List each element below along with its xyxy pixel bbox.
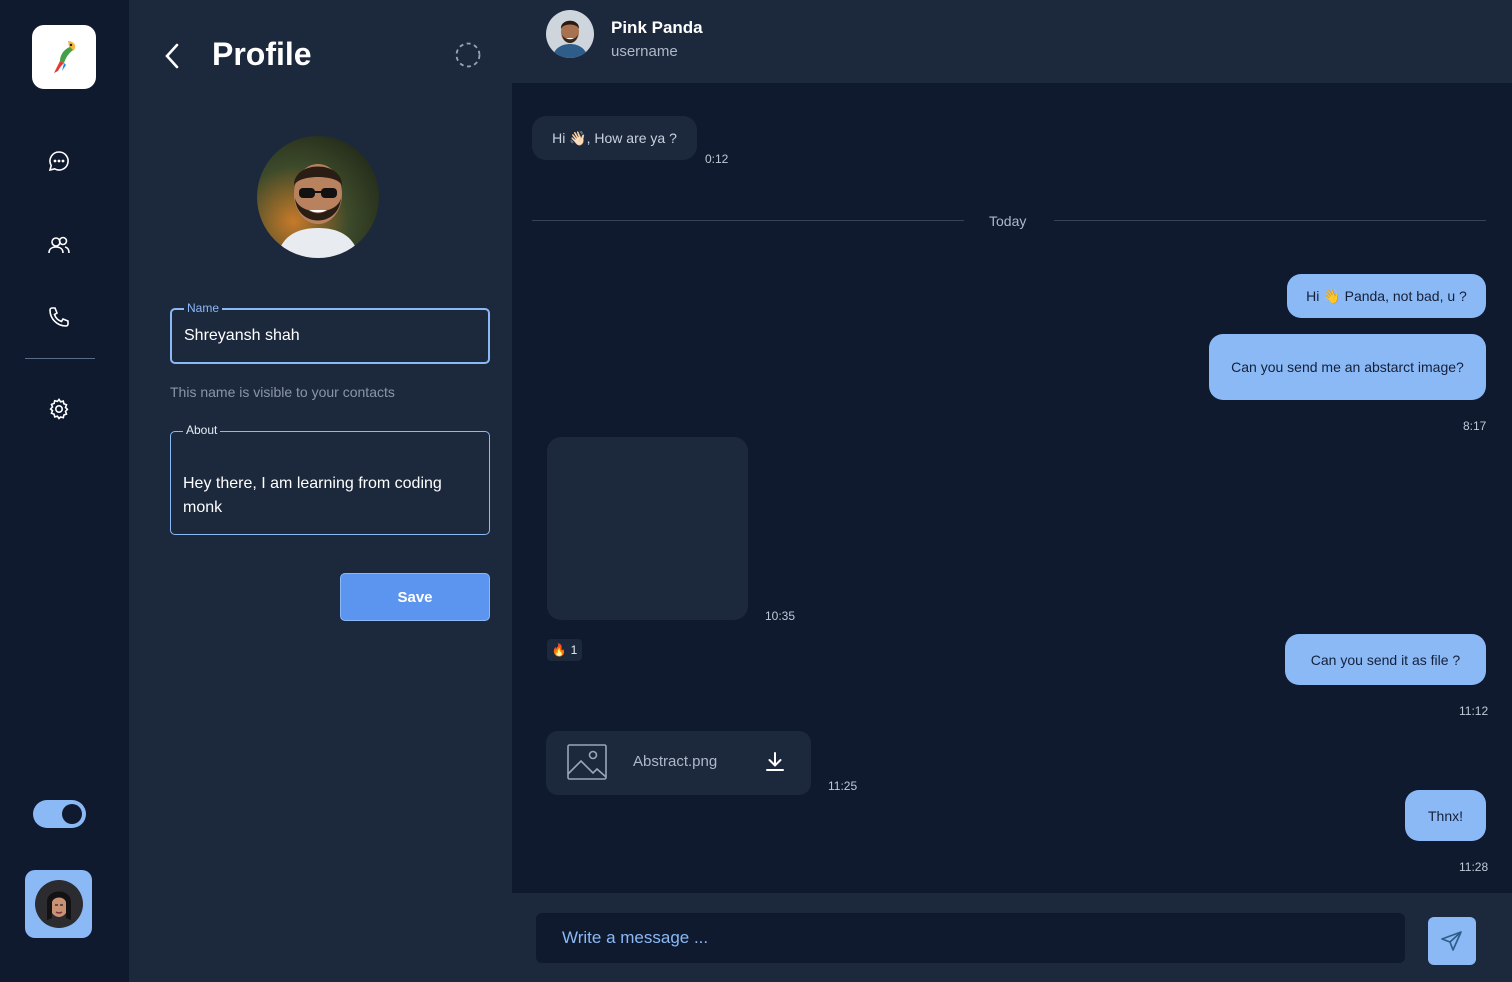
contact-username: username <box>611 43 678 60</box>
message-input[interactable] <box>536 913 1405 963</box>
image-message[interactable] <box>547 437 748 620</box>
message-text: Thnx! <box>1427 807 1463 824</box>
chat-messages: Hi 👋🏻, How are ya ? 0:12 Today Hi 👋 Pand… <box>512 83 1512 893</box>
message-text: Can you send me an abstarct image? <box>1231 359 1464 375</box>
send-icon <box>1441 931 1462 951</box>
about-input[interactable]: Hey there, I am learning from coding mon… <box>183 472 479 526</box>
toggle-knob <box>62 804 82 824</box>
rail-divider <box>25 358 95 359</box>
date-divider-label: Today <box>989 213 1027 229</box>
save-button[interactable]: Save <box>340 573 490 621</box>
chat-icon <box>48 151 69 172</box>
users-icon <box>48 236 70 254</box>
settings-nav-button[interactable] <box>40 390 78 428</box>
message-text: Can you send it as file ? <box>1310 651 1461 668</box>
about-field: About Hey there, I am learning from codi… <box>170 423 490 535</box>
outgoing-message[interactable]: Can you send me an abstarct image? <box>1209 334 1486 400</box>
outgoing-message[interactable]: Thnx! <box>1405 790 1486 841</box>
name-helper-text: This name is visible to your contacts <box>170 384 395 400</box>
chat-header: Pink Panda username <box>512 0 1512 83</box>
contact-name[interactable]: Pink Panda <box>611 18 703 38</box>
parrot-logo-icon <box>54 41 76 73</box>
send-button[interactable] <box>1428 917 1476 965</box>
left-rail <box>0 0 129 982</box>
message-time: 10:35 <box>765 609 796 623</box>
download-icon[interactable] <box>764 751 786 773</box>
message-time: 11:28 <box>1459 860 1489 874</box>
avatar <box>257 136 379 258</box>
message-composer <box>512 893 1512 982</box>
profile-panel: Profile Name This name is <box>129 0 512 982</box>
message-time: 11:25 <box>828 779 858 793</box>
chevron-left-icon <box>165 43 179 69</box>
about-field-label: About <box>183 423 221 437</box>
avatar <box>546 10 594 58</box>
outgoing-message[interactable]: Hi 👋 Panda, not bad, u ? <box>1287 274 1486 318</box>
date-divider-line <box>1054 220 1486 221</box>
groups-nav-button[interactable] <box>40 226 78 264</box>
theme-toggle[interactable] <box>33 800 86 828</box>
calls-nav-button[interactable] <box>40 298 78 336</box>
reaction-badge[interactable]: 🔥 1 <box>547 639 582 661</box>
incoming-message[interactable]: Hi 👋🏻, How are ya ? <box>532 116 697 160</box>
image-icon <box>567 744 607 780</box>
gear-icon <box>49 398 69 420</box>
avatar <box>34 880 83 928</box>
name-field-label: Name <box>184 301 223 315</box>
profile-avatar[interactable] <box>257 136 379 258</box>
dashed-circle-icon[interactable] <box>455 42 481 68</box>
date-divider-line <box>532 220 964 221</box>
my-avatar-button[interactable] <box>25 870 92 938</box>
message-time: 0:12 <box>705 152 729 166</box>
chats-nav-button[interactable] <box>40 142 78 180</box>
back-button[interactable] <box>157 38 187 74</box>
phone-icon <box>49 307 69 327</box>
outgoing-message[interactable]: Can you send it as file ? <box>1285 634 1486 685</box>
message-time: 11:12 <box>1459 704 1489 718</box>
name-input[interactable] <box>184 324 474 348</box>
page-title: Profile <box>212 36 312 72</box>
app-logo[interactable] <box>32 25 96 89</box>
file-message[interactable]: Abstract.png <box>546 731 811 795</box>
file-name: Abstract.png <box>633 753 718 770</box>
message-text: Hi 👋 Panda, not bad, u ? <box>1306 287 1467 304</box>
message-time: 8:17 <box>1463 419 1487 433</box>
name-field: Name <box>170 301 490 364</box>
fire-icon: 🔥 <box>551 643 567 657</box>
message-text: Hi 👋🏻, How are ya ? <box>552 129 677 146</box>
contact-avatar[interactable] <box>546 10 594 58</box>
reaction-count: 1 <box>570 643 578 657</box>
